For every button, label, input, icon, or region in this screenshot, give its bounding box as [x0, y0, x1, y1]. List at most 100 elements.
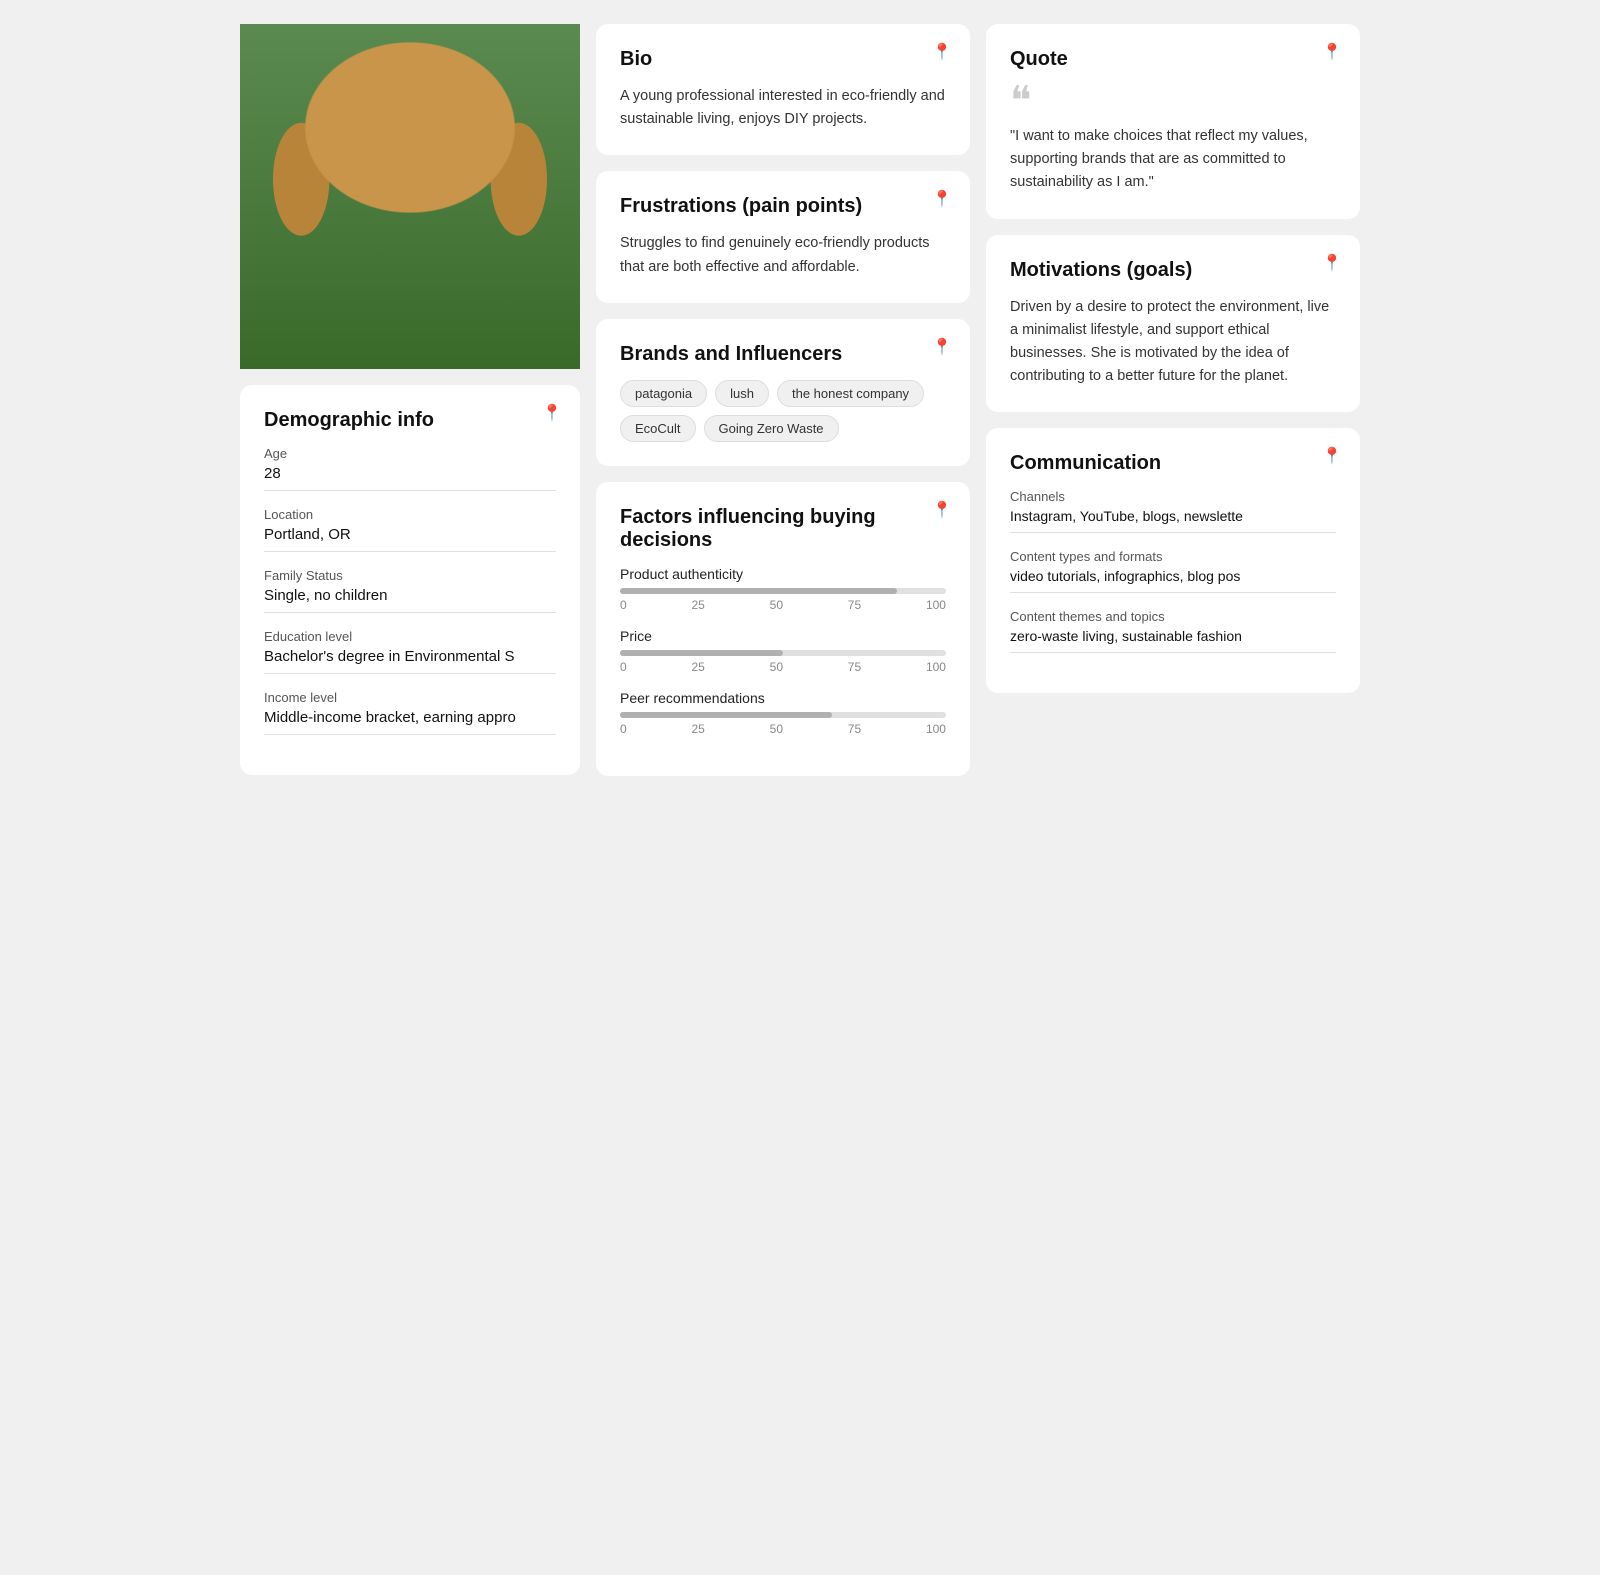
frustrations-pin-icon: 📍 — [932, 189, 952, 209]
bio-card: 📍 Bio A young professional interested in… — [596, 24, 970, 155]
brands-card: 📍 Brands and Influencers patagonia lushth… — [596, 319, 970, 466]
column-3: 📍 Quote ❝ "I want to make choices that r… — [986, 24, 1360, 776]
motivations-title: Motivations (goals) — [1010, 259, 1336, 282]
quote-marks: ❝ — [1010, 85, 1336, 117]
brands-title: Brands and Influencers — [620, 343, 946, 366]
factor-item: Price 0255075100 — [620, 628, 946, 674]
factor-bar-fill — [620, 650, 783, 656]
demographic-card: 📍 Demographic info Age 28 Location Portl… — [240, 385, 580, 775]
demographic-field: Age 28 — [264, 446, 556, 491]
factor-bar-fill — [620, 712, 832, 718]
profile-photo-face — [280, 48, 540, 308]
brands-pin-icon: 📍 — [932, 337, 952, 357]
factor-bar-track — [620, 650, 946, 656]
communication-field-label: Content themes and topics — [1010, 609, 1336, 624]
communication-field: Content types and formats video tutorial… — [1010, 549, 1336, 593]
communication-field-value: Instagram, YouTube, blogs, newslette — [1010, 508, 1336, 533]
demographic-field-label: Income level — [264, 690, 556, 705]
factor-bar-fill — [620, 588, 897, 594]
brand-tag: patagonia — [620, 380, 707, 407]
frustrations-card: 📍 Frustrations (pain points) Struggles t… — [596, 171, 970, 302]
brand-tags: patagonia lush the honest company EcoCult Go… — [620, 380, 946, 442]
column-2: 📍 Bio A young professional interested in… — [596, 24, 970, 776]
communication-field: Channels Instagram, YouTube, blogs, news… — [1010, 489, 1336, 533]
profile-photo — [280, 48, 540, 308]
communication-title: Communication — [1010, 452, 1336, 475]
factor-bar-track — [620, 588, 946, 594]
communication-fields: Channels Instagram, YouTube, blogs, news… — [1010, 489, 1336, 653]
quote-pin-icon: 📍 — [1322, 42, 1342, 62]
motivations-text: Driven by a desire to protect the enviro… — [1010, 296, 1336, 389]
demographic-field: Income level Middle-income bracket, earn… — [264, 690, 556, 735]
factors-items: Product authenticity 0 25 50 75 100 Price 0 2… — [620, 566, 946, 736]
scale-label: 50 — [770, 722, 783, 736]
demographic-field-value: Bachelor's degree in Environmental S — [264, 648, 556, 674]
factors-title: Factors influencing buying decisions — [620, 506, 946, 552]
scale-label: 75 — [848, 722, 861, 736]
scale-label: 25 — [691, 598, 704, 612]
quote-card: 📍 Quote ❝ "I want to make choices that r… — [986, 24, 1360, 219]
bio-title: Bio — [620, 48, 946, 71]
brand-tag: lush — [715, 380, 769, 407]
scale-label: 0 — [620, 598, 627, 612]
factor-bar-container — [620, 588, 946, 594]
factor-item: Product authenticity 0 25 50 75 100 — [620, 566, 946, 612]
scale-label: 0 — [620, 722, 627, 736]
scale-label: 100 — [926, 722, 946, 736]
bio-pin-icon: 📍 — [932, 42, 952, 62]
demographic-field-value: Single, no children — [264, 587, 556, 613]
demographic-field: Location Portland, OR — [264, 507, 556, 552]
bio-text: A young professional interested in eco-f… — [620, 85, 946, 131]
demographic-title: Demographic info — [264, 409, 556, 432]
frustrations-title: Frustrations (pain points) — [620, 195, 946, 218]
factors-card: 📍 Factors influencing buying decisions P… — [596, 482, 970, 776]
factor-item: Peer recommendations 0 25 50 75 100 — [620, 690, 946, 736]
scale-label: 75 — [848, 660, 861, 674]
demographic-field: Family Status Single, no children — [264, 568, 556, 613]
demographic-field-value: Middle-income bracket, earning appro — [264, 709, 556, 735]
scale-label: 75 — [848, 598, 861, 612]
factor-scale: 0 25 50 75 100 — [620, 598, 946, 612]
factor-bar-track — [620, 712, 946, 718]
main-grid: Eco Emily 📍 Demographic info Age 28 Loca… — [240, 24, 1360, 776]
communication-card: 📍 Communication Channels Instagram, YouT… — [986, 428, 1360, 693]
demographic-field-label: Location — [264, 507, 556, 522]
motivations-pin-icon: 📍 — [1322, 253, 1342, 273]
column-1: Eco Emily 📍 Demographic info Age 28 Loca… — [240, 24, 580, 776]
communication-field: Content themes and topics zero-waste liv… — [1010, 609, 1336, 653]
communication-field-value: zero-waste living, sustainable fashion — [1010, 628, 1336, 653]
factor-name: Product authenticity — [620, 566, 946, 582]
demographic-field-label: Family Status — [264, 568, 556, 583]
factor-bar-container — [620, 650, 946, 656]
scale-label: 25 — [691, 722, 704, 736]
scale-label: 25 — [691, 660, 704, 674]
scale-label: 100 — [926, 598, 946, 612]
quote-text: "I want to make choices that reflect my … — [1010, 125, 1336, 195]
scale-label: 100 — [926, 660, 946, 674]
quote-title: Quote — [1010, 48, 1336, 71]
brand-tag: the honest company — [777, 380, 924, 407]
scale-label: 50 — [770, 598, 783, 612]
profile-card: Eco Emily — [240, 24, 580, 369]
frustrations-text: Struggles to find genuinely eco-friendly… — [620, 232, 946, 278]
brand-tag: EcoCult — [620, 415, 696, 442]
factor-name: Peer recommendations — [620, 690, 946, 706]
communication-field-label: Content types and formats — [1010, 549, 1336, 564]
demographic-field-label: Age — [264, 446, 556, 461]
communication-field-value: video tutorials, infographics, blog pos — [1010, 568, 1336, 593]
factor-name: Price — [620, 628, 946, 644]
demographic-field-value: 28 — [264, 465, 556, 491]
communication-field-label: Channels — [1010, 489, 1336, 504]
demographic-field-label: Education level — [264, 629, 556, 644]
factor-scale: 0 25 50 75 100 — [620, 722, 946, 736]
pin-icon: 📍 — [542, 403, 562, 423]
brand-tag: Going Zero Waste — [704, 415, 839, 442]
demographic-fields: Age 28 Location Portland, OR Family Stat… — [264, 446, 556, 735]
scale-label: 0 — [620, 660, 627, 674]
demographic-field-value: Portland, OR — [264, 526, 556, 552]
motivations-card: 📍 Motivations (goals) Driven by a desire… — [986, 235, 1360, 413]
factor-bar-container — [620, 712, 946, 718]
communication-pin-icon: 📍 — [1322, 446, 1342, 466]
factor-scale: 0255075100 — [620, 660, 946, 674]
demographic-field: Education level Bachelor's degree in Env… — [264, 629, 556, 674]
